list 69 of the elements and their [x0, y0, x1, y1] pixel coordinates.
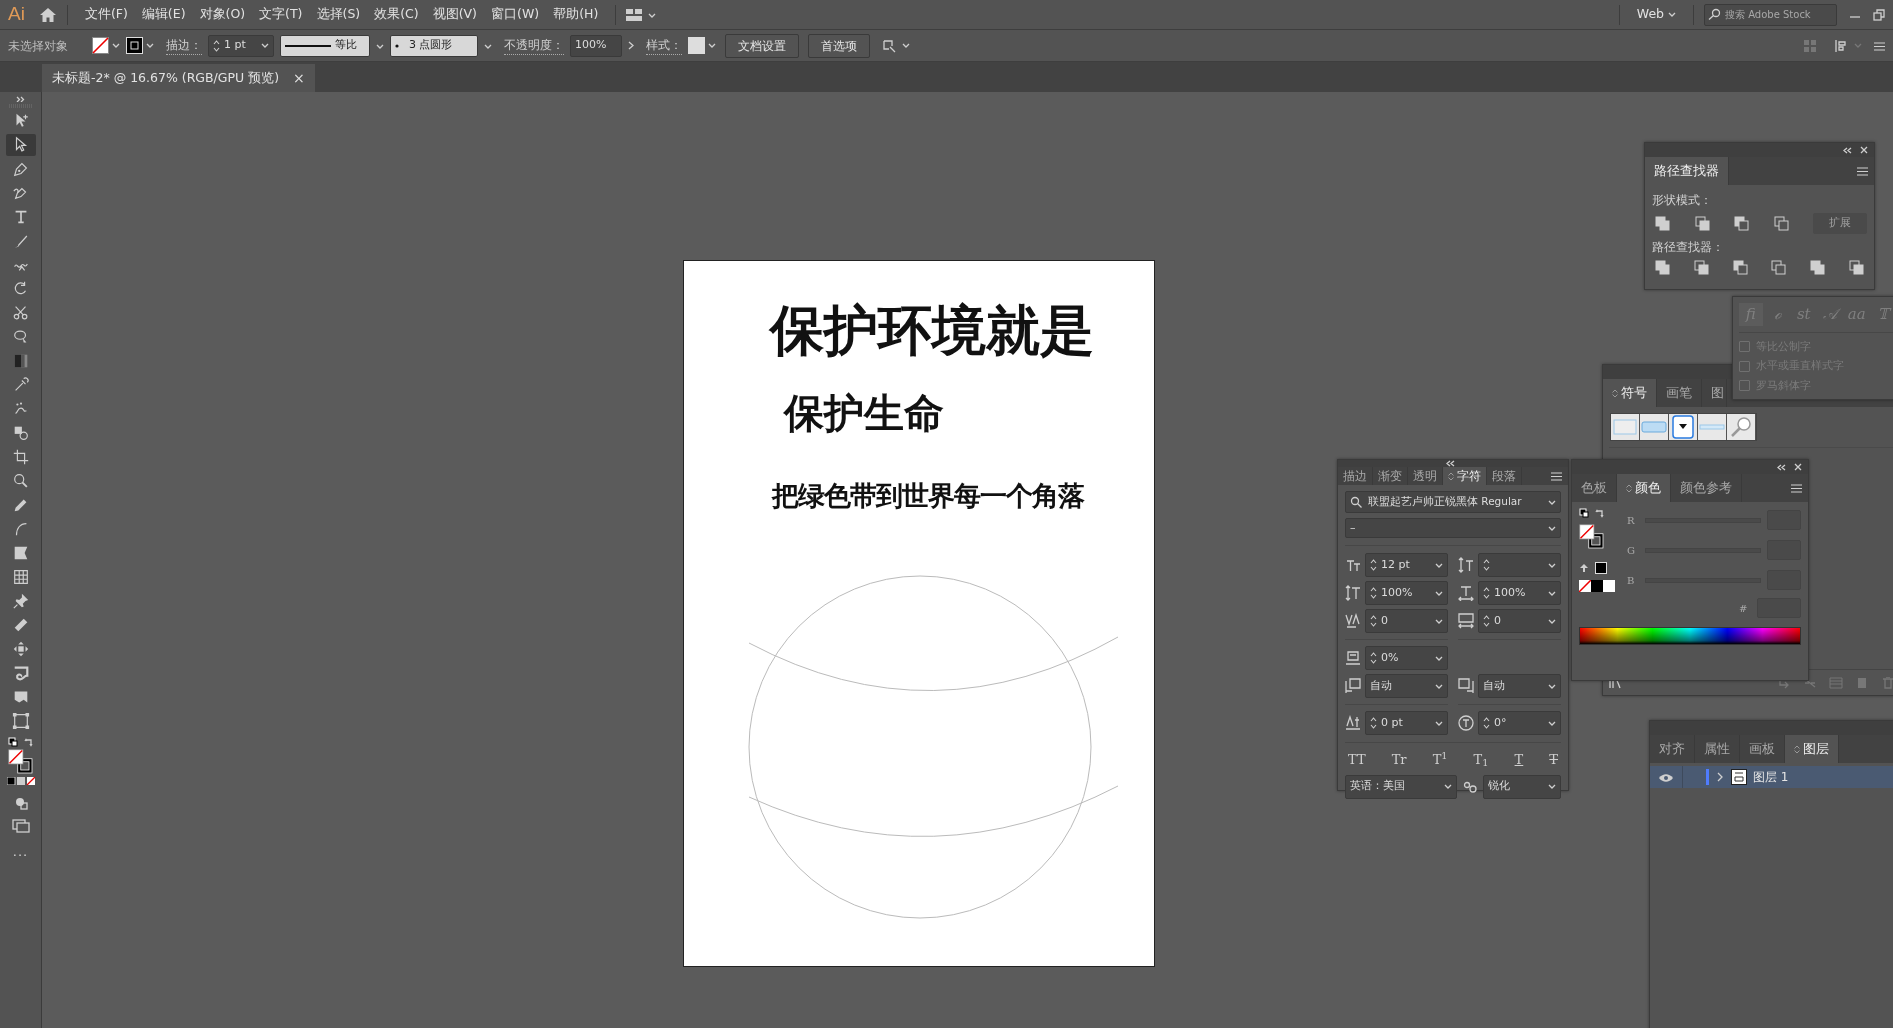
- artboard-text: 保护生命: [784, 391, 944, 435]
- type-style-button[interactable]: T: [1549, 750, 1558, 770]
- font-family-dropdown[interactable]: 联盟起艺卢帅正锐黑体 Regular: [1345, 491, 1561, 513]
- language-dropdown[interactable]: 英语：美国: [1345, 774, 1457, 799]
- value-field[interactable]: 0: [1365, 609, 1448, 633]
- menu-item[interactable]: 选择(S): [309, 5, 368, 24]
- artboard-text: 把绿色带到世界每一个角落: [772, 481, 1084, 511]
- menu-item[interactable]: 编辑(E): [134, 5, 193, 24]
- panel-tab[interactable]: 段落: [1487, 467, 1522, 485]
- layer-name: 图层 1: [1753, 769, 1789, 786]
- panel-tab[interactable]: 渐变: [1373, 467, 1408, 485]
- workspace-switcher[interactable]: Web: [1629, 5, 1683, 24]
- value-field[interactable]: 100%: [1478, 581, 1561, 605]
- menu-item[interactable]: 窗口(W): [484, 5, 547, 24]
- panel-tab[interactable]: 路径查找器: [1645, 157, 1729, 185]
- brush-dropdown[interactable]: 3 点圆形: [390, 34, 478, 57]
- section-label: 形状模式：: [1652, 192, 1713, 209]
- artboard-text: 保护环境就是: [770, 301, 1094, 361]
- stroke-label[interactable]: 描边：: [166, 36, 202, 55]
- stroke-profile-dropdown[interactable]: 等比: [280, 34, 370, 57]
- channel-label: B: [1627, 573, 1636, 588]
- type-style-button[interactable]: Tr: [1391, 750, 1407, 770]
- search-field[interactable]: 搜索 Adobe Stock: [1704, 3, 1837, 26]
- value-field[interactable]: 0°: [1478, 711, 1561, 735]
- value-field[interactable]: 12 pt: [1365, 553, 1448, 577]
- value-dropdown[interactable]: 自动: [1478, 674, 1561, 698]
- value-field[interactable]: 0%: [1365, 646, 1448, 670]
- panel-tab[interactable]: 字符: [1443, 467, 1487, 485]
- antialias-dropdown[interactable]: 锐化: [1482, 774, 1561, 799]
- toolbar-button[interactable]: 文档设置: [725, 33, 799, 58]
- panel-tab[interactable]: 符号: [1603, 379, 1657, 407]
- toolbar-button[interactable]: 首选项: [808, 33, 870, 58]
- close-tab-button[interactable]: ×: [293, 67, 305, 89]
- document-tab[interactable]: 未标题-2* @ 16.67% (RGB/GPU 预览) ×: [42, 64, 315, 92]
- style-label[interactable]: 样式：: [646, 36, 682, 55]
- panel-tab[interactable]: 描边: [1338, 467, 1373, 485]
- panel-tab[interactable]: 属性: [1695, 735, 1740, 763]
- type-style-button[interactable]: T$^{1}$: [1432, 750, 1448, 770]
- value-field[interactable]: 0 pt: [1365, 711, 1448, 735]
- value-field[interactable]: 100%: [1365, 581, 1448, 605]
- stroke-weight-field[interactable]: 1 pt: [208, 34, 274, 57]
- menu-item[interactable]: 效果(C): [367, 5, 426, 24]
- type-style-button[interactable]: T$_{1}$: [1473, 750, 1489, 770]
- more-tools-button[interactable]: ...: [12, 842, 29, 862]
- hex-label: #: [1739, 601, 1749, 616]
- value-field[interactable]: 0: [1478, 609, 1561, 633]
- opacity-field[interactable]: 100%: [570, 34, 622, 57]
- selection-status: 未选择对象: [8, 37, 68, 55]
- menu-item[interactable]: 文字(T): [252, 5, 310, 24]
- menu-item[interactable]: 视图(V): [425, 5, 484, 24]
- layer-row[interactable]: 图层 1: [1650, 766, 1893, 788]
- channel-label: G: [1627, 543, 1636, 558]
- menu-item[interactable]: 文件(F): [77, 5, 135, 24]
- section-label: 路径查找器：: [1652, 238, 1725, 256]
- panel-tab[interactable]: 对齐: [1650, 735, 1695, 763]
- type-style-button[interactable]: TT: [1348, 750, 1366, 770]
- menu-item[interactable]: 对象(O): [192, 5, 253, 24]
- panel-tab[interactable]: 颜色参考: [1671, 474, 1742, 502]
- panel-tab[interactable]: 颜色: [1617, 474, 1671, 502]
- font-style-dropdown[interactable]: –: [1345, 518, 1561, 538]
- panel-tab[interactable]: 画笔: [1657, 379, 1702, 407]
- channel-label: R: [1627, 513, 1636, 528]
- opacity-label[interactable]: 不透明度：: [504, 36, 564, 55]
- panel-tab[interactable]: 图层: [1785, 735, 1839, 763]
- type-style-button[interactable]: T: [1514, 750, 1524, 770]
- app-logo: Ai: [8, 2, 25, 27]
- menu-item[interactable]: 帮助(H): [546, 5, 606, 24]
- panel-tab[interactable]: 图: [1702, 379, 1727, 407]
- value-dropdown[interactable]: 自动: [1365, 674, 1448, 698]
